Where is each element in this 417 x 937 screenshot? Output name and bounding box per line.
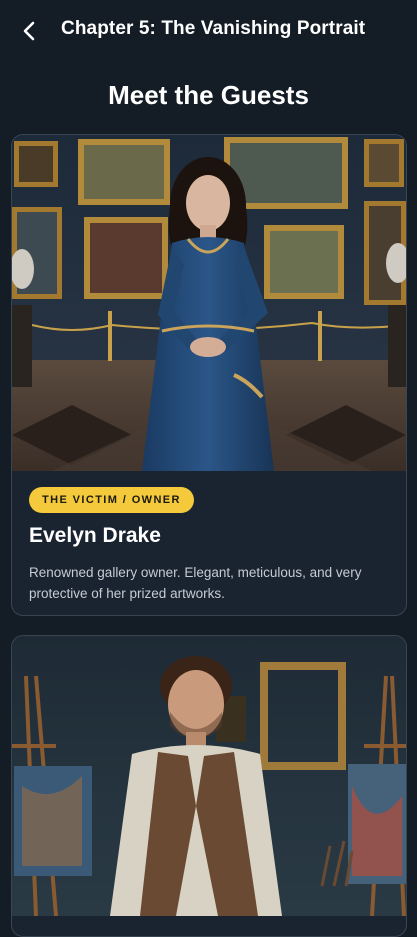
guest-card[interactable]	[11, 635, 407, 937]
guest-card[interactable]: THE VICTIM / OWNER Evelyn Drake Renowned…	[11, 134, 407, 616]
top-bar: Chapter 5: The Vanishing Portrait	[0, 0, 417, 62]
section-title: Meet the Guests	[108, 80, 309, 110]
chevron-left-icon	[23, 21, 35, 41]
guest-portrait-image	[12, 135, 406, 471]
back-button[interactable]	[16, 17, 44, 45]
guest-portrait-image	[12, 636, 406, 916]
guest-name: Evelyn Drake	[29, 524, 161, 547]
role-badge: THE VICTIM / OWNER	[29, 487, 194, 513]
chapter-title: Chapter 5: The Vanishing Portrait	[61, 18, 366, 39]
guest-description: Renowned gallery owner. Elegant, meticul…	[29, 565, 362, 601]
